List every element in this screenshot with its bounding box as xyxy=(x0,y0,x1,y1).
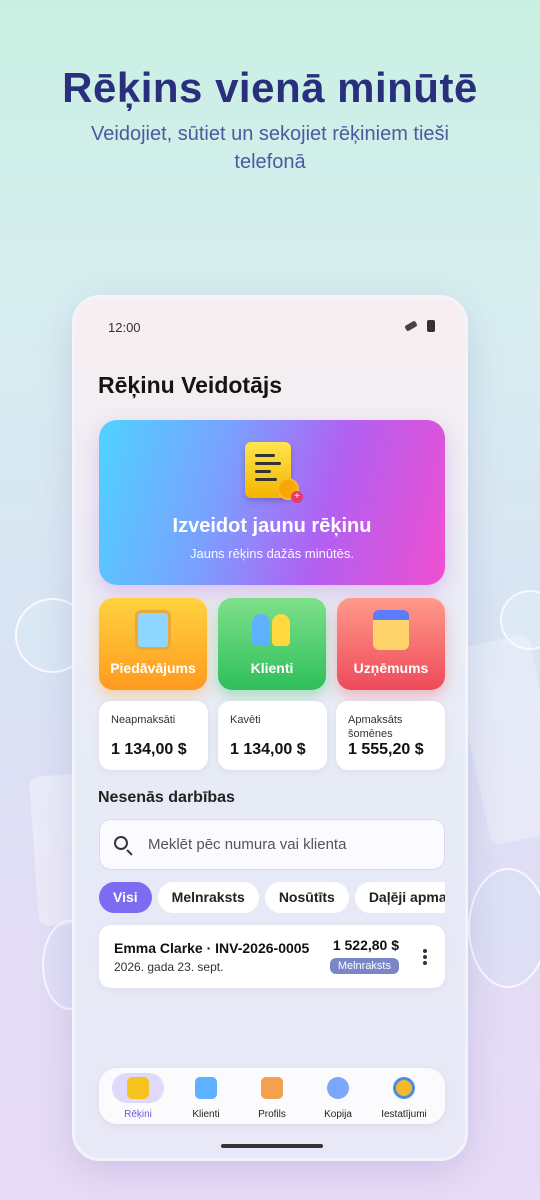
home-indicator[interactable] xyxy=(221,1144,323,1148)
people-icon xyxy=(252,610,290,650)
create-invoice-title: Izveidot jaunu rēķinu xyxy=(172,515,372,537)
nav-backup[interactable]: Kopija xyxy=(305,1073,371,1120)
tile-label: Klienti xyxy=(250,660,294,676)
stat-label: Apmaksāts šomēnes xyxy=(348,714,403,740)
tile-clients[interactable]: Klienti xyxy=(218,598,326,690)
people-icon xyxy=(195,1077,217,1099)
stat-value: 1 134,00 $ xyxy=(230,741,306,758)
store-icon xyxy=(373,610,409,650)
stat-unpaid: Neapmaksāti 1 134,00 $ xyxy=(99,701,208,770)
invoice-icon xyxy=(127,1077,149,1099)
phone-frame: 12:00 Rēķinu Veidotājs + Izveidot jaunu … xyxy=(72,295,468,1161)
nav-settings[interactable]: Iestatījumi xyxy=(371,1073,437,1120)
invoice-date: 2026. gada 23. sept. xyxy=(114,960,224,974)
cloud-backup-icon xyxy=(327,1077,349,1099)
status-badge: Melnraksts xyxy=(329,958,399,974)
create-invoice-subtitle: Jauns rēķins dažās minūtēs. xyxy=(189,546,355,561)
tile-label: Piedāvājums xyxy=(110,660,196,676)
invoice-client-number: Emma Clarke · INV-2026-0005 xyxy=(114,940,310,956)
invoice-amount: 1 522,80 $ xyxy=(332,937,399,953)
tile-label: Uzņēmums xyxy=(353,660,429,676)
filter-chip-draft[interactable]: Melnraksts xyxy=(157,882,259,913)
search-placeholder: Meklēt pēc numura vai klienta xyxy=(148,836,347,853)
app-title: Rēķinu Veidotājs xyxy=(98,372,283,398)
create-invoice-card[interactable]: + Izveidot jaunu rēķinu Jauns rēķins daž… xyxy=(99,420,445,585)
status-icons xyxy=(405,320,435,332)
search-icon xyxy=(114,836,128,850)
recent-activity-title: Nesenās darbības xyxy=(98,789,235,806)
clipboard-icon xyxy=(135,610,171,650)
plus-icon: + xyxy=(291,491,303,503)
tile-company[interactable]: Uzņēmums xyxy=(337,598,445,690)
nav-profile[interactable]: Profils xyxy=(239,1073,305,1120)
nav-clients[interactable]: Klienti xyxy=(173,1073,239,1120)
nav-label: Klienti xyxy=(192,1109,220,1120)
status-time: 12:00 xyxy=(108,320,141,335)
filter-chip-partially-paid[interactable]: Daļēji apmaksāts xyxy=(354,882,445,913)
gear-icon xyxy=(393,1077,415,1099)
stat-label: Kavēti xyxy=(230,714,261,726)
tile-quotes[interactable]: Piedāvājums xyxy=(99,598,207,690)
stat-value: 1 134,00 $ xyxy=(111,741,187,758)
filter-chip-sent[interactable]: Nosūtīts xyxy=(264,882,349,913)
promo-subtitle: Veidojiet, sūtiet un sekojiet rēķiniem t… xyxy=(91,123,449,173)
nav-label: Profils xyxy=(258,1109,286,1120)
signal-icon xyxy=(405,321,417,331)
nav-label: Rēķini xyxy=(124,1109,152,1120)
stat-paid-this-month: Apmaksāts šomēnes 1 555,20 $ xyxy=(336,701,445,770)
stat-overdue: Kavēti 1 134,00 $ xyxy=(218,701,327,770)
promo-title: Rēķins vienā minūtē xyxy=(62,64,478,111)
stat-label: Neapmaksāti xyxy=(111,714,176,726)
decorative-lens xyxy=(468,868,540,988)
invoice-list-item[interactable]: Emma Clarke · INV-2026-0005 2026. gada 2… xyxy=(99,925,445,988)
nav-label: Iestatījumi xyxy=(381,1109,427,1120)
filter-chips: VisiMelnrakstsNosūtītsDaļēji apmaksāts xyxy=(99,882,445,914)
battery-icon xyxy=(427,320,435,332)
nav-invoices[interactable]: Rēķini xyxy=(105,1073,171,1120)
filter-chip-all[interactable]: Visi xyxy=(99,882,152,913)
bottom-nav: Rēķini Klienti Profils Kopija Iestatījum… xyxy=(99,1068,445,1124)
nav-label: Kopija xyxy=(324,1109,352,1120)
more-vertical-icon[interactable] xyxy=(423,949,427,965)
stat-value: 1 555,20 $ xyxy=(348,741,424,758)
search-input[interactable]: Meklēt pēc numura vai klienta xyxy=(99,819,445,870)
store-icon xyxy=(261,1077,283,1099)
